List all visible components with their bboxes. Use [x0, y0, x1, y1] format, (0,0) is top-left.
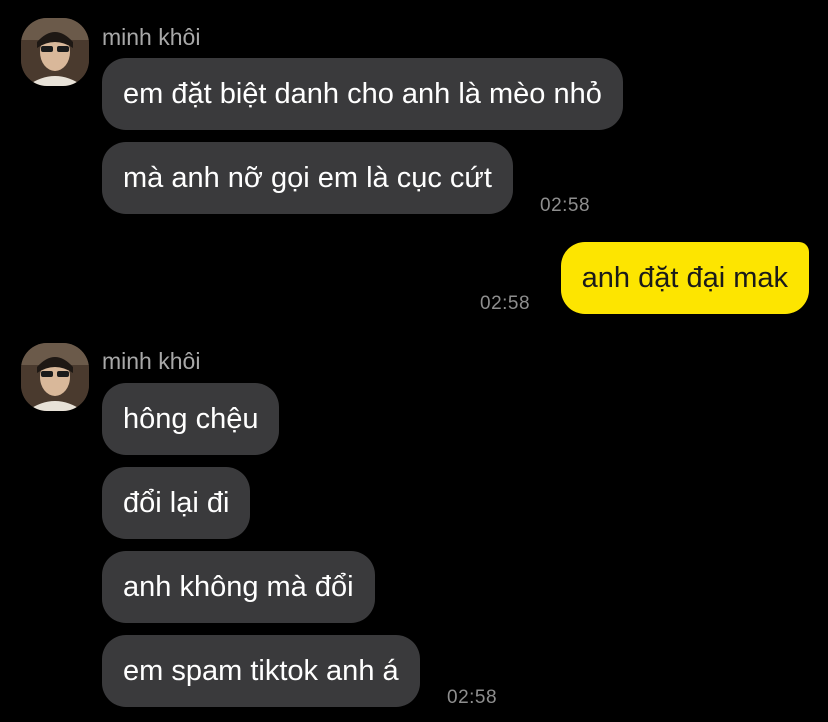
avatar[interactable]: [21, 343, 89, 411]
sender-name: minh khôi: [102, 24, 201, 50]
message-bubble[interactable]: em đặt biệt danh cho anh là mèo nhỏ: [102, 58, 623, 130]
message-bubble[interactable]: mà anh nỡ gọi em là cục cứt: [102, 142, 513, 214]
message-timestamp: 02:58: [540, 195, 591, 216]
profile-photo-icon: [21, 343, 89, 411]
message-bubble-outgoing[interactable]: anh đặt đại mak: [560, 242, 809, 314]
message-timestamp: 02:58: [480, 293, 531, 314]
profile-photo-icon: [21, 18, 89, 86]
message-bubble[interactable]: đổi lại đi: [102, 467, 251, 539]
avatar[interactable]: [21, 18, 89, 86]
message-bubble[interactable]: anh không mà đổi: [102, 551, 375, 623]
sender-name: minh khôi: [102, 348, 201, 374]
message-bubble[interactable]: hông chệu: [102, 383, 280, 455]
message-bubble[interactable]: em spam tiktok anh á: [102, 635, 420, 707]
message-timestamp: 02:58: [447, 687, 498, 708]
